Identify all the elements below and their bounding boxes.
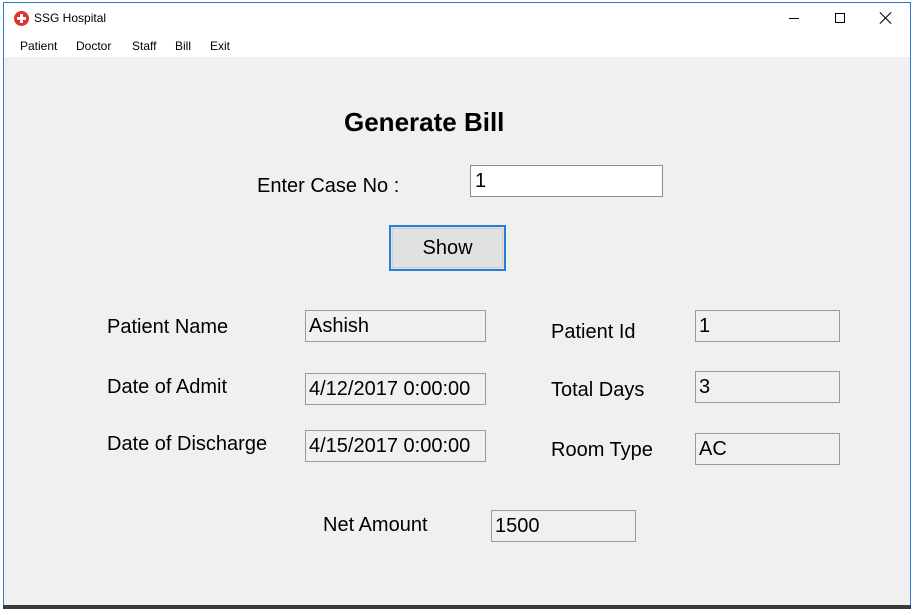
patient-id-field[interactable]: 1 bbox=[695, 310, 840, 342]
discharge-date-field[interactable]: 4/15/2017 0:00:00 bbox=[305, 430, 486, 462]
admit-date-field[interactable]: 4/12/2017 0:00:00 bbox=[305, 373, 486, 405]
net-amount-field[interactable]: 1500 bbox=[491, 510, 636, 542]
admit-date-label: Date of Admit bbox=[107, 376, 228, 398]
close-button[interactable] bbox=[863, 3, 909, 33]
discharge-date-label: Date of Discharge bbox=[107, 433, 268, 455]
total-days-label: Total Days bbox=[551, 379, 645, 401]
case-no-label: Enter Case No : bbox=[257, 175, 400, 197]
minimize-icon bbox=[789, 17, 799, 19]
maximize-icon bbox=[835, 13, 845, 23]
net-amount-label: Net Amount bbox=[323, 514, 428, 536]
close-icon bbox=[880, 12, 892, 24]
case-no-input[interactable] bbox=[470, 165, 663, 197]
menu-exit[interactable]: Exit bbox=[210, 39, 230, 53]
menu-doctor[interactable]: Doctor bbox=[76, 39, 111, 53]
hospital-icon bbox=[14, 11, 29, 26]
menu-patient[interactable]: Patient bbox=[20, 39, 57, 53]
show-button[interactable]: Show bbox=[389, 225, 506, 271]
room-type-label: Room Type bbox=[551, 439, 653, 461]
patient-name-label: Patient Name bbox=[107, 316, 229, 338]
app-window: SSG Hospital Patient Doctor Staff Bill E… bbox=[3, 2, 911, 606]
minimize-button[interactable] bbox=[771, 3, 817, 33]
window-title: SSG Hospital bbox=[34, 11, 107, 25]
maximize-button[interactable] bbox=[817, 3, 863, 33]
taskbar-edge bbox=[3, 605, 911, 609]
menu-bill[interactable]: Bill bbox=[175, 39, 191, 53]
patient-name-field[interactable]: Ashish bbox=[305, 310, 486, 342]
title-bar[interactable]: SSG Hospital bbox=[4, 3, 910, 33]
menu-bar: Patient Doctor Staff Bill Exit bbox=[4, 33, 910, 57]
menu-staff[interactable]: Staff bbox=[132, 39, 156, 53]
page-title: Generate Bill bbox=[344, 107, 505, 137]
room-type-field[interactable]: AC bbox=[695, 433, 840, 465]
total-days-field[interactable]: 3 bbox=[695, 371, 840, 403]
patient-id-label: Patient Id bbox=[551, 321, 636, 343]
